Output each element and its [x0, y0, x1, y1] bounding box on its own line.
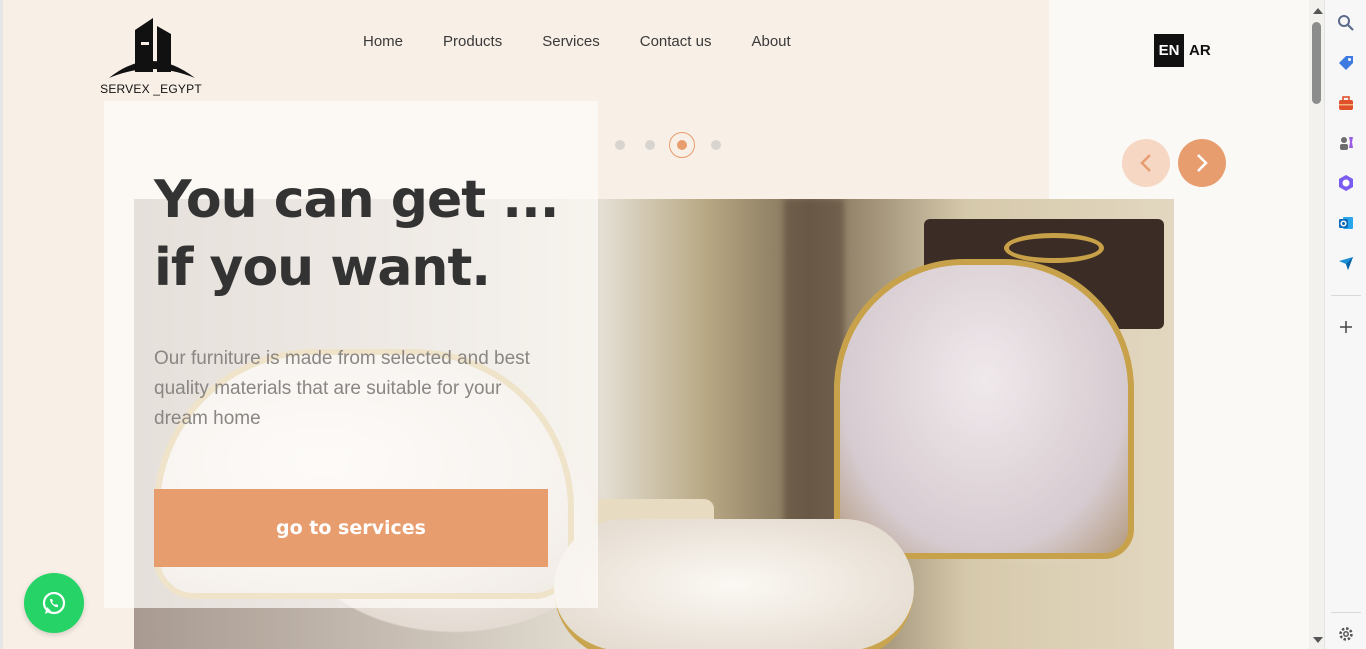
outlook-icon[interactable] [1334, 211, 1358, 235]
scroll-down-arrow-icon[interactable] [1313, 637, 1323, 643]
games-icon[interactable] [1334, 131, 1358, 155]
sidebar-divider [1331, 295, 1361, 296]
carousel-dots [615, 132, 741, 158]
sidebar-divider [1331, 612, 1361, 613]
brand-logo[interactable]: SERVEX _EGYPT [99, 16, 203, 100]
carousel-dot[interactable] [615, 140, 625, 150]
tag-icon[interactable] [1334, 51, 1358, 75]
search-icon[interactable] [1334, 11, 1358, 35]
go-to-services-button[interactable]: go to services [154, 489, 548, 567]
hero-headline-line1: You can get ... [154, 170, 559, 230]
hero-description: Our furniture is made from selected and … [154, 348, 530, 429]
chevron-left-icon [1140, 154, 1151, 172]
brand-name: SERVEX _EGYPT [100, 82, 202, 96]
building-logo-icon [109, 18, 195, 78]
lang-ar-button[interactable]: AR [1184, 42, 1211, 59]
whatsapp-button[interactable] [24, 573, 84, 633]
carousel-dot[interactable] [645, 140, 655, 150]
scroll-thumb[interactable] [1312, 22, 1321, 104]
browser-viewport: SERVEX _EGYPT Home Products Services Con… [0, 0, 1324, 649]
whatsapp-icon [42, 591, 66, 615]
add-icon[interactable] [1334, 315, 1358, 339]
nav-products[interactable]: Products [423, 33, 522, 50]
settings-icon[interactable] [1334, 622, 1358, 646]
nav-services[interactable]: Services [522, 33, 620, 50]
browser-sidebar [1324, 0, 1366, 649]
scroll-up-arrow-icon[interactable] [1313, 8, 1323, 14]
carousel-dot[interactable] [711, 140, 721, 150]
main-nav: Home Products Services Contact us About [343, 33, 811, 50]
hero-headline: You can get ... if you want. [154, 166, 594, 302]
lang-en-button[interactable]: EN [1154, 34, 1184, 67]
hero-headline-line2: if you want. [154, 238, 491, 298]
carousel-dot-active[interactable] [669, 132, 695, 158]
nav-home[interactable]: Home [343, 33, 423, 50]
language-switcher: EN AR [1154, 34, 1211, 67]
chevron-right-icon [1197, 154, 1208, 172]
page-scrollbar[interactable] [1309, 0, 1324, 649]
nav-contact-us[interactable]: Contact us [620, 33, 732, 50]
nav-about[interactable]: About [731, 33, 810, 50]
send-icon[interactable] [1334, 251, 1358, 275]
carousel-next-button[interactable] [1178, 139, 1226, 187]
copilot-icon[interactable] [1334, 171, 1358, 195]
carousel-prev-button[interactable] [1122, 139, 1170, 187]
toolbox-icon[interactable] [1334, 91, 1358, 115]
